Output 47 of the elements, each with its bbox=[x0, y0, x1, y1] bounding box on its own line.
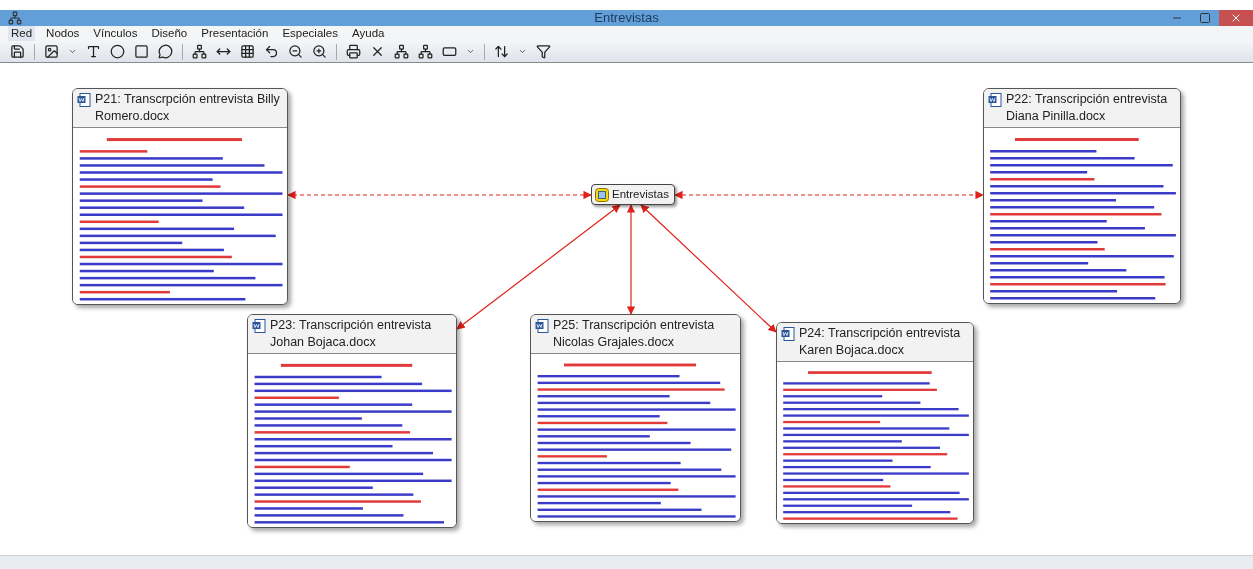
window-title: Entrevistas bbox=[594, 9, 659, 28]
document-title: P23: Transcripción entrevista Johan Bojaca.docx bbox=[270, 317, 433, 351]
caret-icon[interactable] bbox=[466, 47, 475, 56]
rectangle-icon[interactable] bbox=[442, 44, 457, 59]
menu-item[interactable]: Red bbox=[8, 26, 36, 41]
word-document-icon bbox=[77, 93, 91, 107]
network-icon[interactable] bbox=[418, 44, 433, 59]
close-button[interactable] bbox=[1219, 10, 1253, 26]
sort-icon[interactable] bbox=[494, 44, 509, 59]
word-document-icon bbox=[988, 93, 1002, 107]
filter-icon[interactable] bbox=[536, 44, 551, 59]
font-icon[interactable] bbox=[86, 44, 101, 59]
caret-icon[interactable] bbox=[68, 47, 77, 56]
document-node[interactable]: P22: Transcripción entrevista Diana Pinilla.docx bbox=[983, 88, 1181, 304]
caret-icon[interactable] bbox=[518, 47, 527, 56]
close-icon bbox=[1230, 12, 1242, 24]
menu-item[interactable]: Diseño bbox=[148, 26, 191, 41]
maximize-icon bbox=[1199, 12, 1211, 24]
save-icon[interactable] bbox=[10, 44, 25, 59]
delete-icon[interactable] bbox=[370, 44, 385, 59]
document-node[interactable]: P25: Transcripción entrevista Nicolas Grajales.docx bbox=[530, 314, 741, 522]
word-document-icon bbox=[535, 319, 549, 333]
grid-icon[interactable] bbox=[240, 44, 255, 59]
word-document-icon bbox=[781, 327, 795, 341]
menu-item[interactable]: Especiales bbox=[279, 26, 342, 41]
network-icon[interactable] bbox=[394, 44, 409, 59]
zoom-in-icon[interactable] bbox=[312, 44, 327, 59]
document-title: P25: Transcripción entrevista Nicolas Grajales.docx bbox=[553, 317, 716, 351]
menu-item[interactable]: Presentación bbox=[198, 26, 272, 41]
word-document-icon bbox=[252, 319, 266, 333]
hub-label: Entrevistas bbox=[612, 186, 669, 202]
document-node[interactable]: P24: Transcripción entrevista Karen Bojaca.docx bbox=[776, 322, 974, 524]
comment-icon[interactable] bbox=[158, 44, 173, 59]
document-title: P21: Transcrpción entrevista Billy Romero.docx bbox=[95, 91, 281, 125]
document-title: P22: Transcripción entrevista Diana Pinilla.docx bbox=[1006, 91, 1169, 125]
network-icon[interactable] bbox=[192, 44, 207, 59]
app-icon bbox=[8, 11, 22, 25]
hub-node[interactable]: Entrevistas bbox=[591, 184, 675, 205]
document-title: P24: Transcripción entrevista Karen Bojaca.docx bbox=[799, 325, 962, 359]
menu-item[interactable]: Vínculos bbox=[90, 26, 141, 41]
document-node[interactable]: P21: Transcrpción entrevista Billy Romero.docx bbox=[72, 88, 288, 305]
menu-item[interactable]: Ayuda bbox=[349, 26, 388, 41]
undo-icon[interactable] bbox=[264, 44, 279, 59]
print-icon[interactable] bbox=[346, 44, 361, 59]
document-node[interactable]: P23: Transcripción entrevista Johan Bojaca.docx bbox=[247, 314, 457, 528]
zoom-out-icon[interactable] bbox=[288, 44, 303, 59]
menu-item[interactable]: Nodos bbox=[43, 26, 83, 41]
